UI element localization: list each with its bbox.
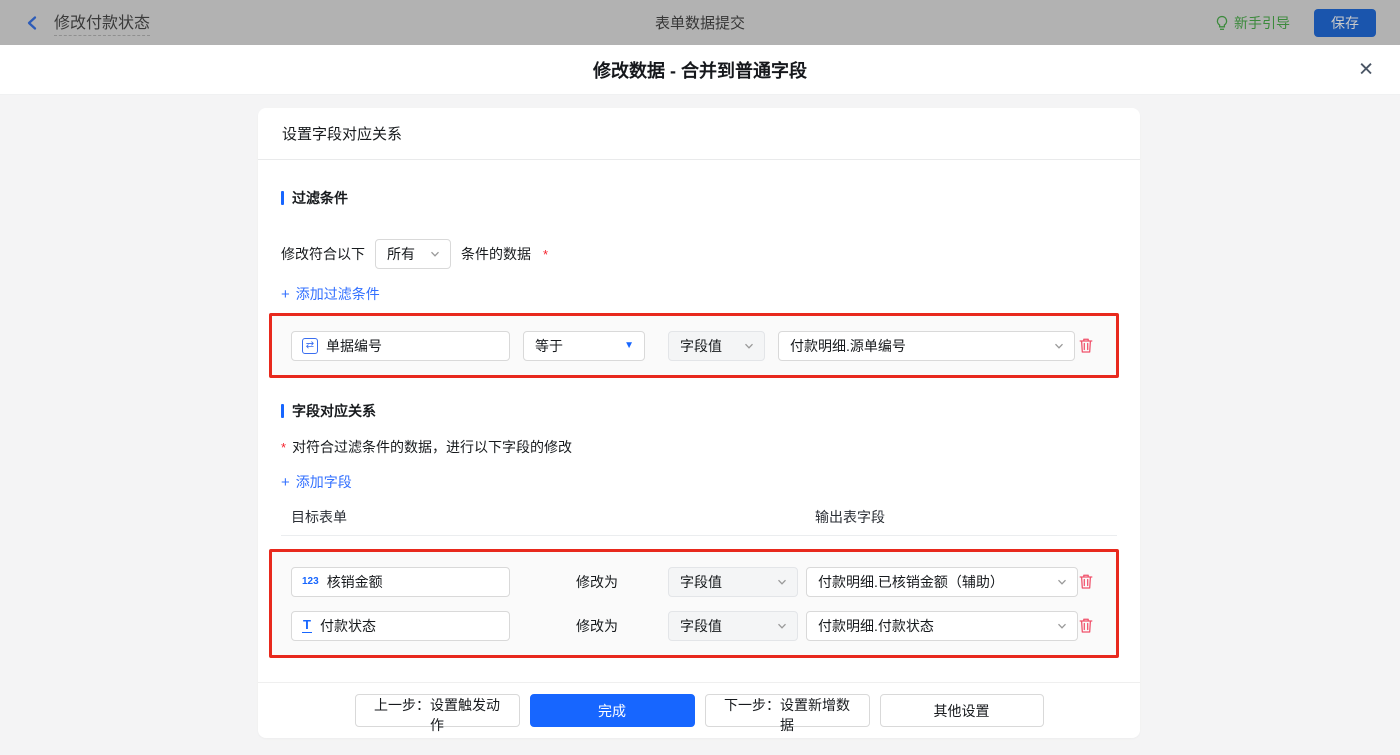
- operator-select[interactable]: 等于 ▼: [523, 330, 645, 361]
- chevron-down-icon: [776, 576, 788, 588]
- filter-section-header: 过滤条件: [281, 188, 1117, 208]
- column-divider: [281, 535, 1117, 536]
- required-mark: *: [281, 439, 287, 455]
- modal-header: 修改数据 - 合并到普通字段 ✕: [0, 45, 1400, 95]
- delete-mapping-trash-icon[interactable]: [1078, 573, 1094, 590]
- chevron-left-icon: [24, 14, 42, 32]
- add-field-label: 添加字段: [295, 474, 352, 490]
- target-field-value: 核销金额: [326, 573, 383, 590]
- chevron-down-icon: [429, 248, 441, 260]
- beginner-guide-button[interactable]: 新手引导: [1215, 13, 1290, 33]
- filter-value: 付款明细.源单编号: [790, 337, 906, 354]
- filter-value-select[interactable]: 付款明细.源单编号: [778, 330, 1075, 361]
- value-type-select[interactable]: 字段值: [668, 566, 798, 597]
- filter-condition-row: ⇄ 单据编号 等于 ▼ 字段值 付款明细.源单编号: [291, 330, 1097, 361]
- field-mapping-highlight-box: 123 核销金额 修改为 字段值 付款明细.已核销金额（辅助） T 付款状态 修…: [269, 549, 1119, 658]
- chevron-down-icon: [743, 340, 755, 352]
- plus-icon: +: [281, 473, 290, 491]
- sentence-prefix: 修改符合以下: [281, 246, 365, 262]
- text-field-icon: T: [302, 616, 312, 634]
- close-icon[interactable]: ✕: [1358, 60, 1374, 79]
- match-mode-select[interactable]: 所有: [375, 239, 451, 269]
- operator-value: 等于: [535, 337, 563, 354]
- number-field-icon: 123: [302, 576, 319, 587]
- value-type-value: 字段值: [680, 617, 722, 634]
- flow-title[interactable]: 修改付款状态: [54, 9, 151, 36]
- delete-mapping-trash-icon[interactable]: [1078, 617, 1094, 634]
- condition-sentence: 修改符合以下 所有 条件的数据 *: [281, 239, 1117, 269]
- target-field-input[interactable]: T 付款状态: [291, 610, 510, 641]
- lightbulb-icon: [1215, 15, 1229, 31]
- column-target-form: 目标表单: [291, 509, 347, 525]
- panel-header: 设置字段对应关系: [258, 108, 1140, 160]
- settings-panel: 设置字段对应关系 过滤条件 修改符合以下 所有 条件的数据 * + 添加过滤条件…: [258, 108, 1140, 738]
- add-filter-condition-label: 添加过滤条件: [295, 286, 380, 302]
- save-button[interactable]: 保存: [1314, 8, 1376, 37]
- modify-to-label: 修改为: [576, 617, 618, 634]
- back-button[interactable]: [24, 14, 42, 32]
- panel-footer: 上一步：设置触发动作 完成 下一步：设置新增数据 其他设置: [258, 682, 1140, 738]
- done-button[interactable]: 完成: [529, 694, 695, 727]
- filter-condition-highlight-box: ⇄ 单据编号 等于 ▼ 字段值 付款明细.源单编号: [269, 313, 1119, 378]
- beginner-guide-label: 新手引导: [1234, 14, 1290, 31]
- modal-title: 修改数据 - 合并到普通字段: [593, 60, 807, 81]
- section-bar: [281, 404, 284, 418]
- output-field-select[interactable]: 付款明细.付款状态: [806, 610, 1078, 641]
- add-field-link[interactable]: + 添加字段: [281, 472, 352, 492]
- required-mark: *: [543, 246, 549, 262]
- value-type-value: 字段值: [680, 337, 722, 354]
- mapping-column-headers: 目标表单 输出表字段: [281, 507, 1117, 525]
- mapping-section-header: 字段对应关系: [281, 401, 1117, 421]
- chevron-down-icon: [1053, 340, 1065, 352]
- delete-condition-trash-icon[interactable]: [1078, 337, 1094, 354]
- sentence-suffix: 条件的数据: [461, 246, 531, 262]
- target-field-value: 付款状态: [319, 617, 376, 634]
- mapping-row: T 付款状态 修改为 字段值 付款明细.付款状态: [291, 610, 1097, 641]
- mapping-row: 123 核销金额 修改为 字段值 付款明细.已核销金额（辅助）: [291, 566, 1097, 597]
- chevron-down-icon: [776, 620, 788, 632]
- topbar: 修改付款状态 表单数据提交 新手引导 保存: [0, 0, 1400, 45]
- value-type-select[interactable]: 字段值: [668, 610, 798, 641]
- add-filter-condition-link[interactable]: + 添加过滤条件: [281, 284, 380, 304]
- value-type-select[interactable]: 字段值: [668, 330, 765, 361]
- mapping-description-text: 对符合过滤条件的数据，进行以下字段的修改: [292, 439, 573, 455]
- serial-number-field-icon: ⇄: [302, 337, 318, 354]
- next-step-button[interactable]: 下一步：设置新增数据: [704, 694, 870, 733]
- modal-body: 设置字段对应关系 过滤条件 修改符合以下 所有 条件的数据 * + 添加过滤条件…: [0, 95, 1400, 755]
- section-bar: [281, 191, 284, 205]
- output-field-select[interactable]: 付款明细.已核销金额（辅助）: [806, 566, 1078, 597]
- mapping-description: * 对符合过滤条件的数据，进行以下字段的修改: [281, 437, 1117, 457]
- prev-step-button[interactable]: 上一步：设置触发动作: [354, 694, 520, 733]
- value-type-value: 字段值: [680, 573, 722, 590]
- page-title: 表单数据提交: [654, 15, 745, 32]
- panel-content: 过滤条件 修改符合以下 所有 条件的数据 * + 添加过滤条件 ⇄ 单据编号 等…: [258, 160, 1140, 682]
- filter-field-value: 单据编号: [326, 337, 382, 354]
- filter-section-title: 过滤条件: [292, 190, 348, 206]
- match-mode-value: 所有: [387, 246, 415, 262]
- other-settings-button[interactable]: 其他设置: [879, 694, 1044, 727]
- target-field-input[interactable]: 123 核销金额: [291, 566, 510, 597]
- chevron-down-icon: [1056, 576, 1068, 588]
- caret-down-icon: ▼: [624, 340, 634, 351]
- column-output-field: 输出表字段: [815, 509, 885, 525]
- modify-to-label: 修改为: [576, 573, 618, 590]
- output-field-value: 付款明细.付款状态: [818, 617, 934, 634]
- chevron-down-icon: [1056, 620, 1068, 632]
- filter-field-input[interactable]: ⇄ 单据编号: [291, 330, 510, 361]
- plus-icon: +: [281, 285, 290, 303]
- mapping-section-title: 字段对应关系: [292, 403, 376, 419]
- output-field-value: 付款明细.已核销金额（辅助）: [818, 573, 1004, 590]
